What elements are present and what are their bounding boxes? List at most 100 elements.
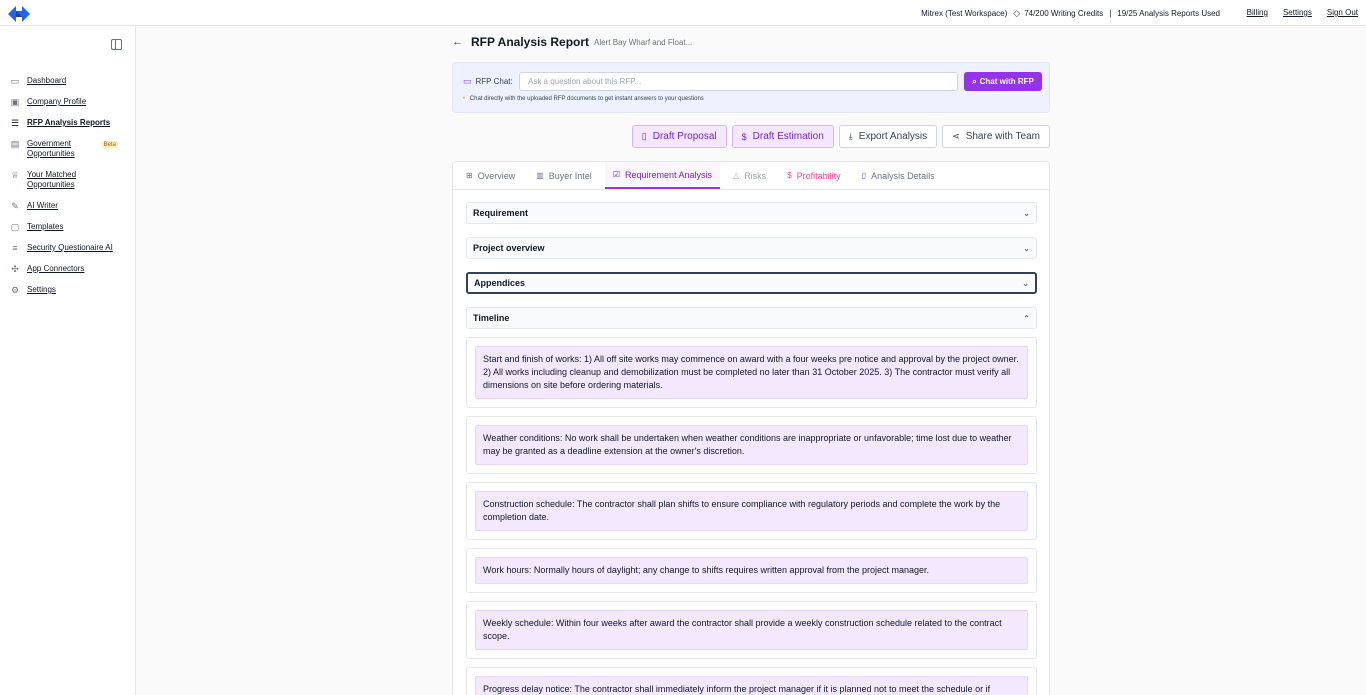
draft-estimation-button[interactable]: $ Draft Estimation bbox=[731, 125, 834, 148]
app-logo-icon[interactable] bbox=[8, 5, 30, 23]
chevron-up-icon: ⌃ bbox=[1023, 313, 1030, 323]
grid-icon: ⊞ bbox=[466, 171, 473, 180]
chevron-down-icon: ⌄ bbox=[1023, 243, 1030, 253]
rfp-chat-box: ▭ RFP Chat: ⌕ Chat with RFP • Chat direc… bbox=[452, 62, 1050, 113]
sidebar-item-label: Templates bbox=[27, 222, 64, 231]
export-analysis-button[interactable]: ⤓ Export Analysis bbox=[838, 125, 938, 148]
button-label: Export Analysis bbox=[858, 131, 928, 142]
building-icon: ▥ bbox=[536, 171, 544, 180]
main-area: ← RFP Analysis Report Alert Bay Wharf an… bbox=[136, 26, 1366, 695]
reports-used: 19/25 Analysis Reports Used bbox=[1117, 9, 1220, 18]
top-links: Billing Settings Sign Out bbox=[1247, 8, 1358, 17]
checkbox-icon: ☑ bbox=[612, 170, 620, 179]
list-icon: ☰ bbox=[10, 118, 20, 128]
share-icon: ⋖ bbox=[952, 131, 960, 141]
rfp-chat-input[interactable] bbox=[519, 72, 958, 91]
timeline-item-text: Construction schedule: The contractor sh… bbox=[475, 491, 1028, 531]
dollar-icon: $ bbox=[787, 171, 792, 180]
tab-requirement-analysis[interactable]: ☑ Requirement Analysis bbox=[604, 162, 721, 189]
database-icon: ▤ bbox=[10, 139, 20, 149]
dollar-icon: $ bbox=[741, 131, 747, 142]
sidebar-item-rfp-analysis-reports[interactable]: ☰ RFP Analysis Reports bbox=[10, 118, 130, 128]
search-icon: ⌕ bbox=[972, 76, 977, 86]
sidebar-item-company-profile[interactable]: ▣ Company Profile bbox=[10, 97, 130, 107]
tab-profitability[interactable]: $ Profitability bbox=[779, 162, 848, 189]
chat-label-text: RFP Chat: bbox=[475, 77, 513, 86]
tab-overview[interactable]: ⊞ Overview bbox=[458, 162, 523, 189]
billing-link[interactable]: Billing bbox=[1247, 8, 1268, 17]
sidebar-item-label: Company Profile bbox=[27, 97, 87, 106]
sidebar-item-security-questionaire[interactable]: ≡ Security Questionaire AI bbox=[10, 243, 130, 253]
button-label: Share with Team bbox=[965, 131, 1040, 142]
section-project-overview[interactable]: Project overview ⌄ bbox=[466, 237, 1037, 259]
chat-hint: • Chat directly with the uploaded RFP do… bbox=[463, 96, 704, 102]
sidebar-item-government-opportunities[interactable]: ▤ Government Opportunities Beta bbox=[10, 139, 130, 159]
timeline-item-text: Weekly schedule: Within four weeks after… bbox=[475, 610, 1028, 650]
sidebar-item-matched-opportunities[interactable]: ♕ Your Matched Opportunities bbox=[10, 170, 130, 190]
pencil-icon: ✎ bbox=[11, 201, 19, 211]
tab-analysis-details[interactable]: ▯ Analysis Details bbox=[854, 162, 943, 189]
writing-credits: 74/200 Writing Credits bbox=[1024, 9, 1104, 18]
sidebar-nav: ▭ Dashboard ▣ Company Profile ☰ RFP Anal… bbox=[10, 76, 130, 306]
timeline-item: Weekly schedule: Within four weeks after… bbox=[466, 601, 1037, 659]
analysis-panel: ⊞ Overview ▥ Buyer Intel ☑ Requirement A… bbox=[452, 161, 1050, 695]
sidebar-item-label: RFP Analysis Reports bbox=[27, 118, 111, 127]
trophy-icon: ♕ bbox=[10, 170, 20, 180]
tab-label: Overview bbox=[477, 170, 516, 181]
usage-info: Mitrex (Test Workspace) ◇ 74/200 Writing… bbox=[921, 8, 1220, 19]
tab-label: Risks bbox=[744, 170, 767, 181]
diamond-icon: ◇ bbox=[1013, 8, 1021, 18]
document-icon: ▯ bbox=[861, 171, 867, 180]
section-title: Requirement bbox=[473, 208, 529, 218]
chat-with-rfp-button[interactable]: ⌕ Chat with RFP bbox=[964, 72, 1042, 91]
timeline-item: Weather conditions: No work shall be und… bbox=[466, 416, 1037, 474]
timeline-item-text: Start and finish of works: 1) All off si… bbox=[475, 346, 1028, 399]
share-with-team-button[interactable]: ⋖ Share with Team bbox=[942, 125, 1050, 148]
sidebar-item-label: Dashboard bbox=[27, 76, 67, 85]
button-label: Draft Proposal bbox=[652, 131, 717, 142]
page-header: ← RFP Analysis Report Alert Bay Wharf an… bbox=[452, 35, 692, 49]
timeline-item: Start and finish of works: 1) All off si… bbox=[466, 337, 1037, 408]
sign-out-link[interactable]: Sign Out bbox=[1327, 8, 1358, 17]
sidebar-collapse-icon[interactable] bbox=[111, 39, 122, 50]
puzzle-icon: ✣ bbox=[11, 264, 19, 274]
sidebar-item-label: Settings bbox=[27, 285, 56, 294]
chat-hint-text: Chat directly with the uploaded RFP docu… bbox=[469, 96, 704, 102]
gear-icon: ⚙ bbox=[10, 285, 20, 295]
workspace-name: Mitrex (Test Workspace) bbox=[921, 9, 1008, 18]
chevron-down-icon: ⌄ bbox=[1023, 208, 1030, 218]
warning-icon: △ bbox=[733, 171, 740, 180]
page-title: RFP Analysis Report bbox=[471, 35, 590, 49]
settings-link[interactable]: Settings bbox=[1283, 8, 1312, 17]
chevron-down-icon: ⌄ bbox=[1022, 278, 1029, 288]
tab-label: Requirement Analysis bbox=[624, 169, 713, 180]
chat-icon: ▭ bbox=[10, 76, 20, 86]
folder-icon: ▣ bbox=[10, 97, 20, 107]
tab-buyer-intel[interactable]: ▥ Buyer Intel bbox=[528, 162, 600, 189]
message-icon: ▭ bbox=[463, 76, 472, 86]
timeline-item: Construction schedule: The contractor sh… bbox=[466, 482, 1037, 540]
section-timeline[interactable]: Timeline ⌃ bbox=[466, 307, 1037, 329]
sidebar-item-label: AI Writer bbox=[27, 201, 58, 210]
tab-label: Buyer Intel bbox=[548, 170, 592, 181]
draft-proposal-button[interactable]: ▯ Draft Proposal bbox=[631, 125, 727, 148]
sidebar-item-templates[interactable]: ▢ Templates bbox=[10, 222, 130, 232]
sidebar-item-label: Your Matched Opportunities bbox=[27, 170, 77, 189]
back-arrow-icon[interactable]: ← bbox=[452, 36, 463, 48]
lightbulb-icon: • bbox=[463, 96, 466, 102]
download-icon: ⤓ bbox=[848, 131, 853, 141]
top-bar: Mitrex (Test Workspace) ◇ 74/200 Writing… bbox=[0, 0, 1366, 26]
section-requirement[interactable]: Requirement ⌄ bbox=[466, 202, 1037, 224]
sidebar-item-label: Government Opportunities bbox=[27, 139, 75, 158]
tab-label: Profitability bbox=[796, 170, 841, 181]
sidebar-item-ai-writer[interactable]: ✎ AI Writer bbox=[10, 201, 130, 211]
sidebar-item-settings[interactable]: ⚙ Settings bbox=[10, 285, 130, 295]
section-appendices[interactable]: Appendices ⌄ bbox=[466, 272, 1037, 294]
tab-risks[interactable]: △ Risks bbox=[725, 162, 774, 189]
sidebar-item-app-connectors[interactable]: ✣ App Connectors bbox=[10, 264, 130, 274]
shield-list-icon: ≡ bbox=[12, 243, 18, 253]
timeline-item: Work hours: Normally hours of daylight; … bbox=[466, 548, 1037, 593]
document-icon: ▯ bbox=[641, 131, 647, 141]
sidebar-item-dashboard[interactable]: ▭ Dashboard bbox=[10, 76, 130, 86]
page-subtitle: Alert Bay Wharf and Float... bbox=[594, 37, 693, 47]
